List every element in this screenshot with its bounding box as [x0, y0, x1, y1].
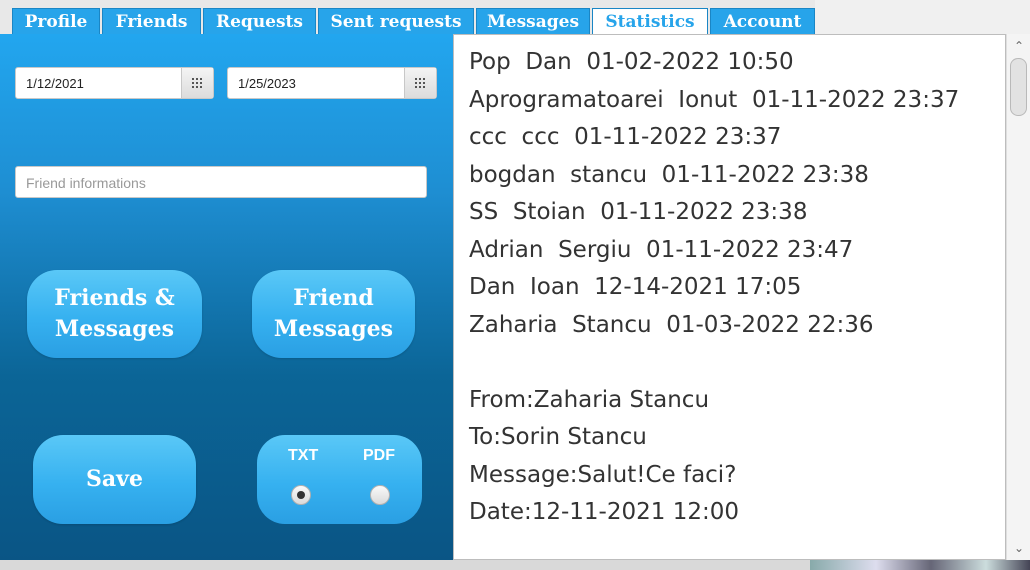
date-to-value[interactable]: 1/25/2023 [238, 76, 296, 91]
statistics-output-textarea[interactable]: Pop Dan 01-02-2022 10:50 Aprogramatoarei… [453, 34, 1006, 560]
calendar-button[interactable] [181, 68, 213, 98]
background-image-thumbnail [810, 560, 1030, 570]
output-line: Message:Salut!Ce faci? [469, 461, 737, 488]
calendar-icon [192, 78, 203, 88]
tab-messages[interactable]: Messages [476, 8, 590, 34]
scroll-up-arrow-icon[interactable]: ⌃ [1013, 40, 1025, 52]
txt-radio[interactable] [291, 485, 311, 505]
output-line: Zaharia Stancu 01-03-2022 22:36 [469, 311, 874, 338]
radio-selected-dot [297, 491, 305, 499]
button-label-line: Friends & [54, 285, 175, 311]
export-format-group: TXT PDF [257, 435, 422, 524]
tab-bar: Profile Friends Requests Sent requests M… [0, 0, 815, 34]
friend-informations-input[interactable]: Friend informations [15, 166, 427, 198]
tab-friends[interactable]: Friends [102, 8, 201, 34]
output-line: Dan Ioan 12-14-2021 17:05 [469, 274, 802, 300]
txt-label: TXT [288, 447, 319, 464]
calendar-button[interactable] [404, 68, 436, 98]
date-from-picker[interactable]: 1/12/2021 [15, 67, 214, 99]
date-from-value[interactable]: 1/12/2021 [26, 76, 84, 91]
pdf-label: PDF [363, 447, 395, 464]
pdf-radio[interactable] [370, 485, 390, 505]
scrollbar-thumb[interactable] [1010, 58, 1027, 116]
tab-requests[interactable]: Requests [203, 8, 316, 34]
output-line: Adrian Sergiu 01-11-2022 23:47 [469, 236, 854, 263]
output-line: SS Stoian 01-11-2022 23:38 [469, 199, 808, 225]
scroll-down-arrow-icon[interactable]: ⌄ [1013, 542, 1025, 554]
tab-account[interactable]: Account [710, 8, 815, 34]
friend-messages-button[interactable]: Friend Messages [252, 270, 415, 358]
button-label-line: Messages [54, 316, 175, 342]
date-to-picker[interactable]: 1/25/2023 [227, 67, 437, 99]
save-button[interactable]: Save [33, 435, 196, 524]
statistics-controls-panel: 1/12/2021 1/25/2023 Friend informations … [0, 34, 453, 560]
output-line: From:Zaharia Stancu [469, 386, 710, 413]
output-line: Aprogramatoarei Ionut 01-11-2022 23:37 [469, 86, 960, 113]
friends-and-messages-button[interactable]: Friends & Messages [27, 270, 202, 358]
background-window-area [815, 0, 1030, 35]
vertical-scrollbar[interactable]: ⌃ ⌄ [1006, 34, 1030, 560]
calendar-icon [415, 78, 426, 88]
button-label-line: Messages [273, 316, 394, 342]
output-line: ccc ccc 01-11-2022 23:37 [469, 124, 782, 150]
output-line: To:Sorin Stancu [469, 424, 647, 450]
tab-sent-requests[interactable]: Sent requests [318, 8, 474, 34]
tab-profile[interactable]: Profile [12, 8, 100, 34]
output-line: Date:12-11-2021 12:00 [469, 499, 739, 525]
tab-statistics[interactable]: Statistics [592, 8, 708, 34]
output-line: bogdan stancu 01-11-2022 23:38 [469, 161, 869, 188]
output-line: Pop Dan 01-02-2022 10:50 [469, 49, 794, 75]
output-lines: Pop Dan 01-02-2022 10:50 Aprogramatoarei… [469, 44, 1005, 532]
button-label-line: Friend [293, 285, 374, 311]
